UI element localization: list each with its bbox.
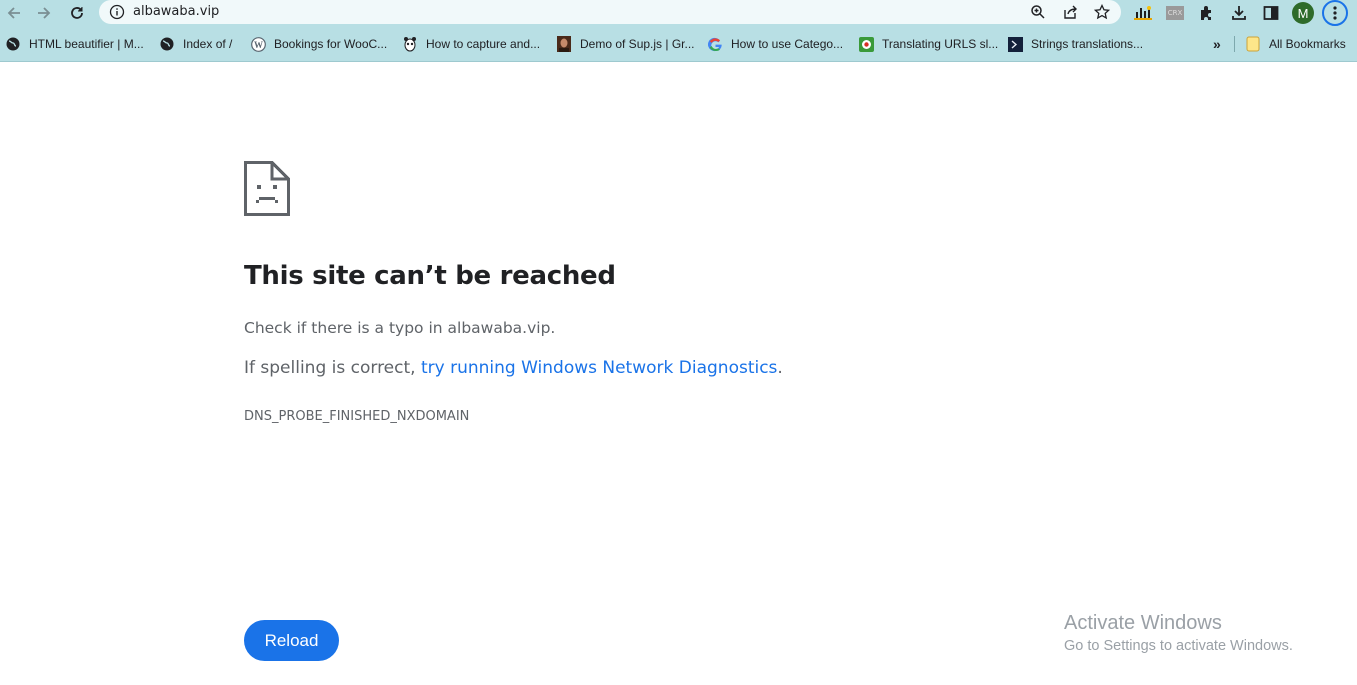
watermark-subtitle: Go to Settings to activate Windows. — [1064, 638, 1293, 654]
site-info-icon[interactable] — [109, 4, 125, 20]
profile-avatar[interactable]: M — [1292, 2, 1314, 24]
bookmarks-separator — [1234, 36, 1235, 52]
all-bookmarks-label: All Bookmarks — [1269, 37, 1346, 51]
side-panel-icon[interactable] — [1261, 3, 1281, 23]
google-icon — [707, 36, 723, 52]
bookmark-item[interactable]: HTML beautifier | M... — [5, 35, 144, 53]
download-icon[interactable] — [1229, 3, 1249, 23]
error-title: This site can’t be reached — [244, 261, 616, 291]
sad-document-icon — [244, 161, 290, 216]
share-icon[interactable] — [1061, 3, 1079, 21]
reload-button[interactable]: Reload — [244, 620, 339, 661]
address-bar[interactable]: albawaba.vip — [99, 0, 1121, 24]
analytics-extension-icon[interactable] — [1133, 3, 1153, 23]
bookmark-item[interactable]: Demo of Sup.js | Gr... — [556, 35, 695, 53]
bookmark-label: HTML beautifier | M... — [29, 37, 144, 51]
browser-toolbar: albawaba.vip CRX M — [0, 0, 1357, 27]
crx-extension-icon[interactable]: CRX — [1165, 3, 1185, 23]
bookmark-label: Demo of Sup.js | Gr... — [580, 37, 695, 51]
forward-arrow-icon[interactable] — [33, 2, 55, 24]
bookmark-label: How to use Catego... — [731, 37, 844, 51]
folder-icon — [1245, 36, 1261, 52]
zoom-icon[interactable] — [1029, 3, 1047, 21]
error-code: DNS_PROBE_FINISHED_NXDOMAIN — [244, 409, 470, 424]
bookmark-label: How to capture and... — [426, 37, 541, 51]
bookmark-label: Index of / — [183, 37, 233, 51]
bookmarks-bar: HTML beautifier | M... Index of / W Book… — [0, 27, 1357, 62]
all-bookmarks-button[interactable]: All Bookmarks — [1245, 35, 1346, 53]
svg-text:W: W — [254, 40, 263, 50]
back-arrow-icon[interactable] — [3, 2, 25, 24]
error-page: This site can’t be reached Check if ther… — [0, 63, 1357, 685]
typo-message: Check if there is a typo in albawaba.vip… — [244, 319, 556, 337]
bookmark-item[interactable]: Index of / — [159, 35, 232, 53]
globe-icon — [159, 36, 175, 52]
wordpress-icon: W — [250, 36, 266, 52]
spelling-message: If spelling is correct, try running Wind… — [244, 358, 783, 378]
bookmark-item[interactable]: Strings translations... — [1007, 35, 1143, 53]
reload-icon[interactable] — [66, 2, 88, 24]
crx-label: CRX — [1166, 6, 1184, 20]
portrait-icon — [556, 36, 572, 52]
globe-icon — [5, 36, 21, 52]
bookmarks-overflow-chevron[interactable]: » — [1213, 35, 1221, 53]
terminal-icon — [1007, 36, 1023, 52]
url-text[interactable]: albawaba.vip — [133, 4, 219, 20]
bookmark-label: Translating URLS sl... — [882, 37, 999, 51]
bookmark-item[interactable]: W Bookings for WooC... — [250, 35, 387, 53]
network-diagnostics-link[interactable]: try running Windows Network Diagnostics — [421, 358, 777, 378]
watermark-title: Activate Windows — [1064, 612, 1222, 634]
panda-icon — [402, 36, 418, 52]
menu-icon[interactable] — [1322, 0, 1348, 26]
puzzle-icon[interactable] — [1197, 3, 1217, 23]
spelling-prefix: If spelling is correct, — [244, 358, 421, 378]
bookmark-item[interactable]: How to capture and... — [402, 35, 540, 53]
translate-extension-icon — [858, 36, 874, 52]
bookmark-label: Strings translations... — [1031, 37, 1144, 51]
bookmark-item[interactable]: Translating URLS sl... — [858, 35, 998, 53]
star-icon[interactable] — [1093, 3, 1111, 21]
bookmark-label: Bookings for WooC... — [274, 37, 388, 51]
activate-windows-watermark: Activate Windows Go to Settings to activ… — [1064, 611, 1293, 657]
spelling-suffix: . — [777, 358, 783, 378]
bookmark-item[interactable]: How to use Catego... — [707, 35, 843, 53]
